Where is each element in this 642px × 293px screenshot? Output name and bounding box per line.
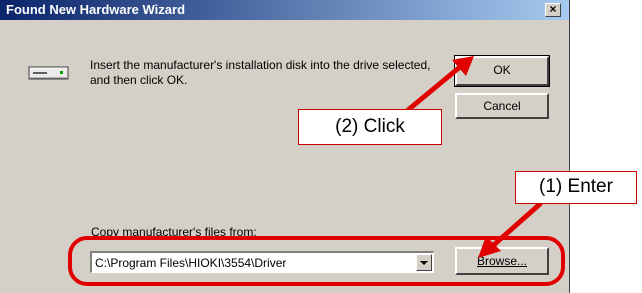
enter-callout: (1) Enter — [515, 171, 637, 204]
click-arrow — [405, 59, 469, 113]
enter-arrow — [485, 201, 543, 253]
annotation-overlay — [68, 56, 565, 286]
click-callout: (2) Click — [298, 109, 442, 145]
